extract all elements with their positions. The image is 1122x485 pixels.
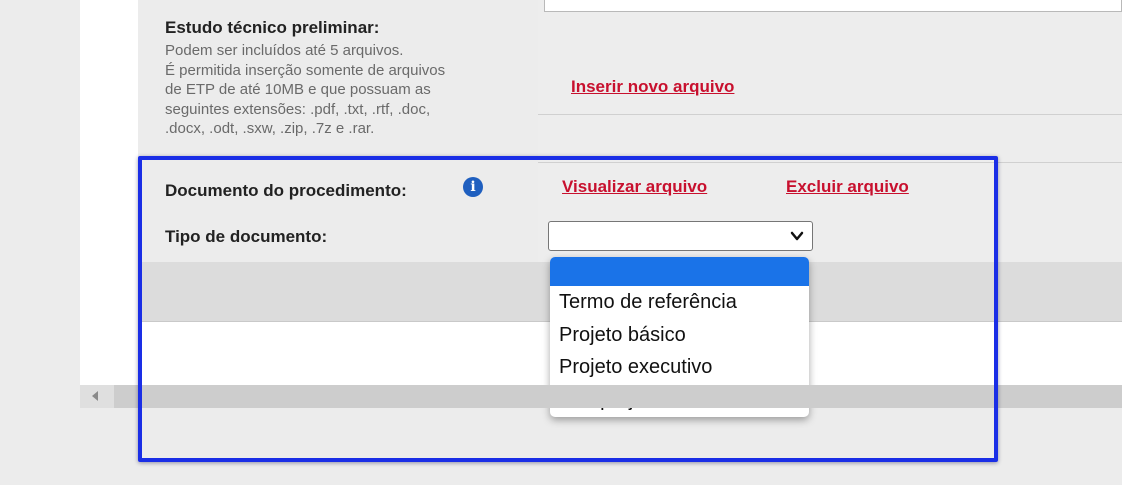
insert-new-file-link[interactable]: Inserir novo arquivo bbox=[571, 77, 734, 97]
help-line: de ETP de até 10MB e que possuam as bbox=[165, 81, 431, 98]
previous-field-box bbox=[544, 0, 1122, 12]
help-line: .docx, .odt, .sxw, .zip, .7z e .rar. bbox=[165, 120, 375, 137]
scroll-left-arrow-icon[interactable] bbox=[92, 391, 98, 401]
help-line: Podem ser incluídos até 5 arquivos. bbox=[165, 42, 404, 59]
etp-help-text: Podem ser incluídos até 5 arquivos. É pe… bbox=[165, 41, 537, 154]
help-line: É permitida inserção somente de arquivos bbox=[165, 61, 446, 79]
row-divider bbox=[538, 114, 1122, 115]
help-line: seguintes extensões: .pdf, .txt, .rtf, .… bbox=[165, 100, 431, 118]
etp-section-title: Estudo técnico preliminar: bbox=[165, 18, 380, 37]
highlight-annotation-box bbox=[138, 156, 998, 462]
